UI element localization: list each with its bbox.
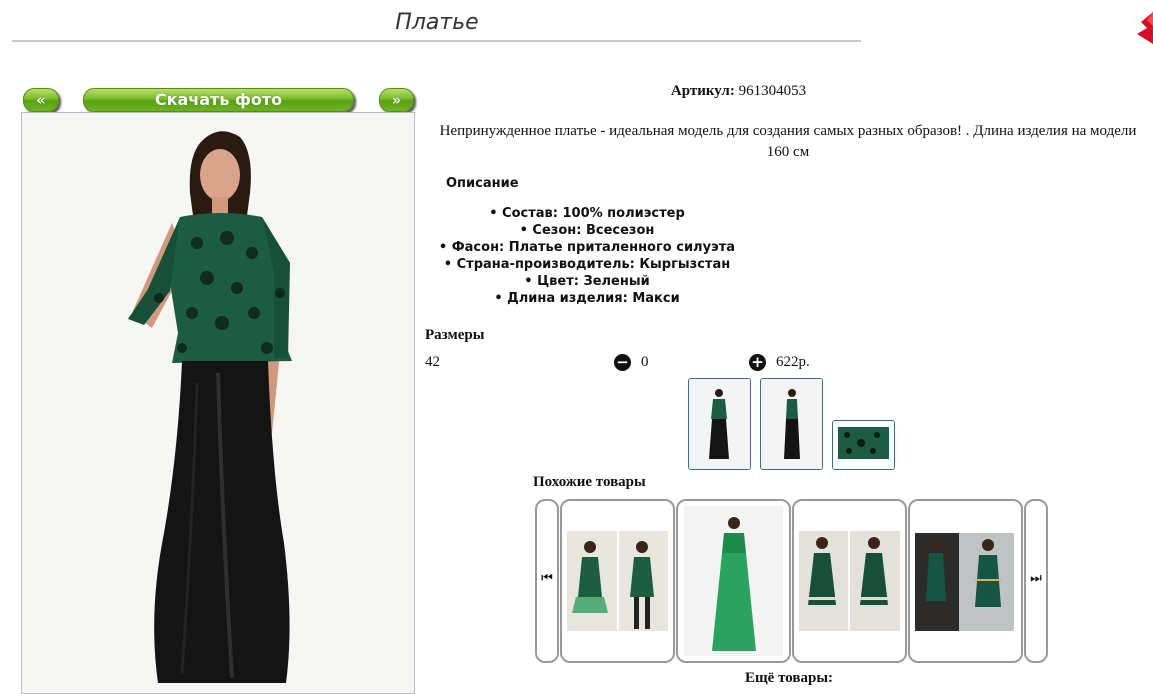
quantity-value: 0: [641, 354, 649, 370]
skip-forward-icon: ⏭: [1030, 571, 1042, 586]
product-description: Непринужденное платье - идеальная модель…: [439, 123, 1137, 160]
similar-product-card[interactable]: [676, 499, 791, 663]
main-product-photo: [21, 112, 415, 694]
title-divider: [12, 40, 861, 42]
download-photo-button[interactable]: Скачать фото: [83, 88, 354, 112]
product-image: [915, 533, 1014, 631]
property-item: Цвет: Зеленый: [430, 273, 744, 290]
similar-products-heading: Похожие товары: [533, 474, 646, 490]
previous-photo-button[interactable]: «: [23, 88, 59, 112]
thumbnail-image: [761, 379, 822, 469]
size-value: 42: [425, 354, 440, 370]
price-value: 622р.: [776, 354, 810, 370]
skip-back-icon: ⏮: [541, 571, 553, 586]
property-item: Длина изделия: Макси: [430, 290, 744, 307]
photo-thumbnail-2[interactable]: [760, 378, 823, 470]
thumbnail-image: [689, 379, 750, 469]
product-image: [799, 531, 900, 631]
carousel-prev-button[interactable]: ⏮: [535, 499, 559, 663]
similar-product-card[interactable]: [792, 499, 907, 663]
logo-icon[interactable]: [1137, 12, 1153, 44]
sizes-heading: Размеры: [425, 327, 485, 343]
sku-label: Артикул:: [670, 83, 735, 99]
minus-circle-icon[interactable]: −: [614, 354, 631, 371]
property-item: Сезон: Всесезон: [430, 222, 744, 239]
description-heading: Описание: [446, 176, 519, 191]
photo-thumbnail-3[interactable]: [832, 420, 895, 470]
model-dress-illustration: [22, 113, 414, 693]
similar-product-card[interactable]: [908, 499, 1023, 663]
thumbnail-image: [833, 421, 894, 469]
sku-line: Артикул: 961304053: [424, 83, 1053, 100]
product-image: [684, 506, 783, 656]
property-item: Фасон: Платье приталенного силуэта: [430, 239, 744, 256]
next-photo-button[interactable]: »: [379, 88, 414, 112]
page-title: Платье: [395, 10, 479, 35]
property-item: Страна-производитель: Кыргызстан: [430, 256, 744, 273]
property-list: Состав: 100% полиэстер Сезон: Всесезон Ф…: [430, 205, 744, 307]
photo-thumbnail-1[interactable]: [688, 378, 751, 470]
sku-value: 961304053: [738, 83, 807, 99]
property-item: Состав: 100% полиэстер: [430, 205, 744, 222]
plus-circle-icon[interactable]: +: [749, 354, 766, 371]
carousel-next-button[interactable]: ⏭: [1024, 499, 1048, 663]
more-products-heading: Ещё товары:: [745, 670, 834, 686]
similar-product-card[interactable]: [560, 499, 675, 663]
product-image: [567, 531, 668, 631]
